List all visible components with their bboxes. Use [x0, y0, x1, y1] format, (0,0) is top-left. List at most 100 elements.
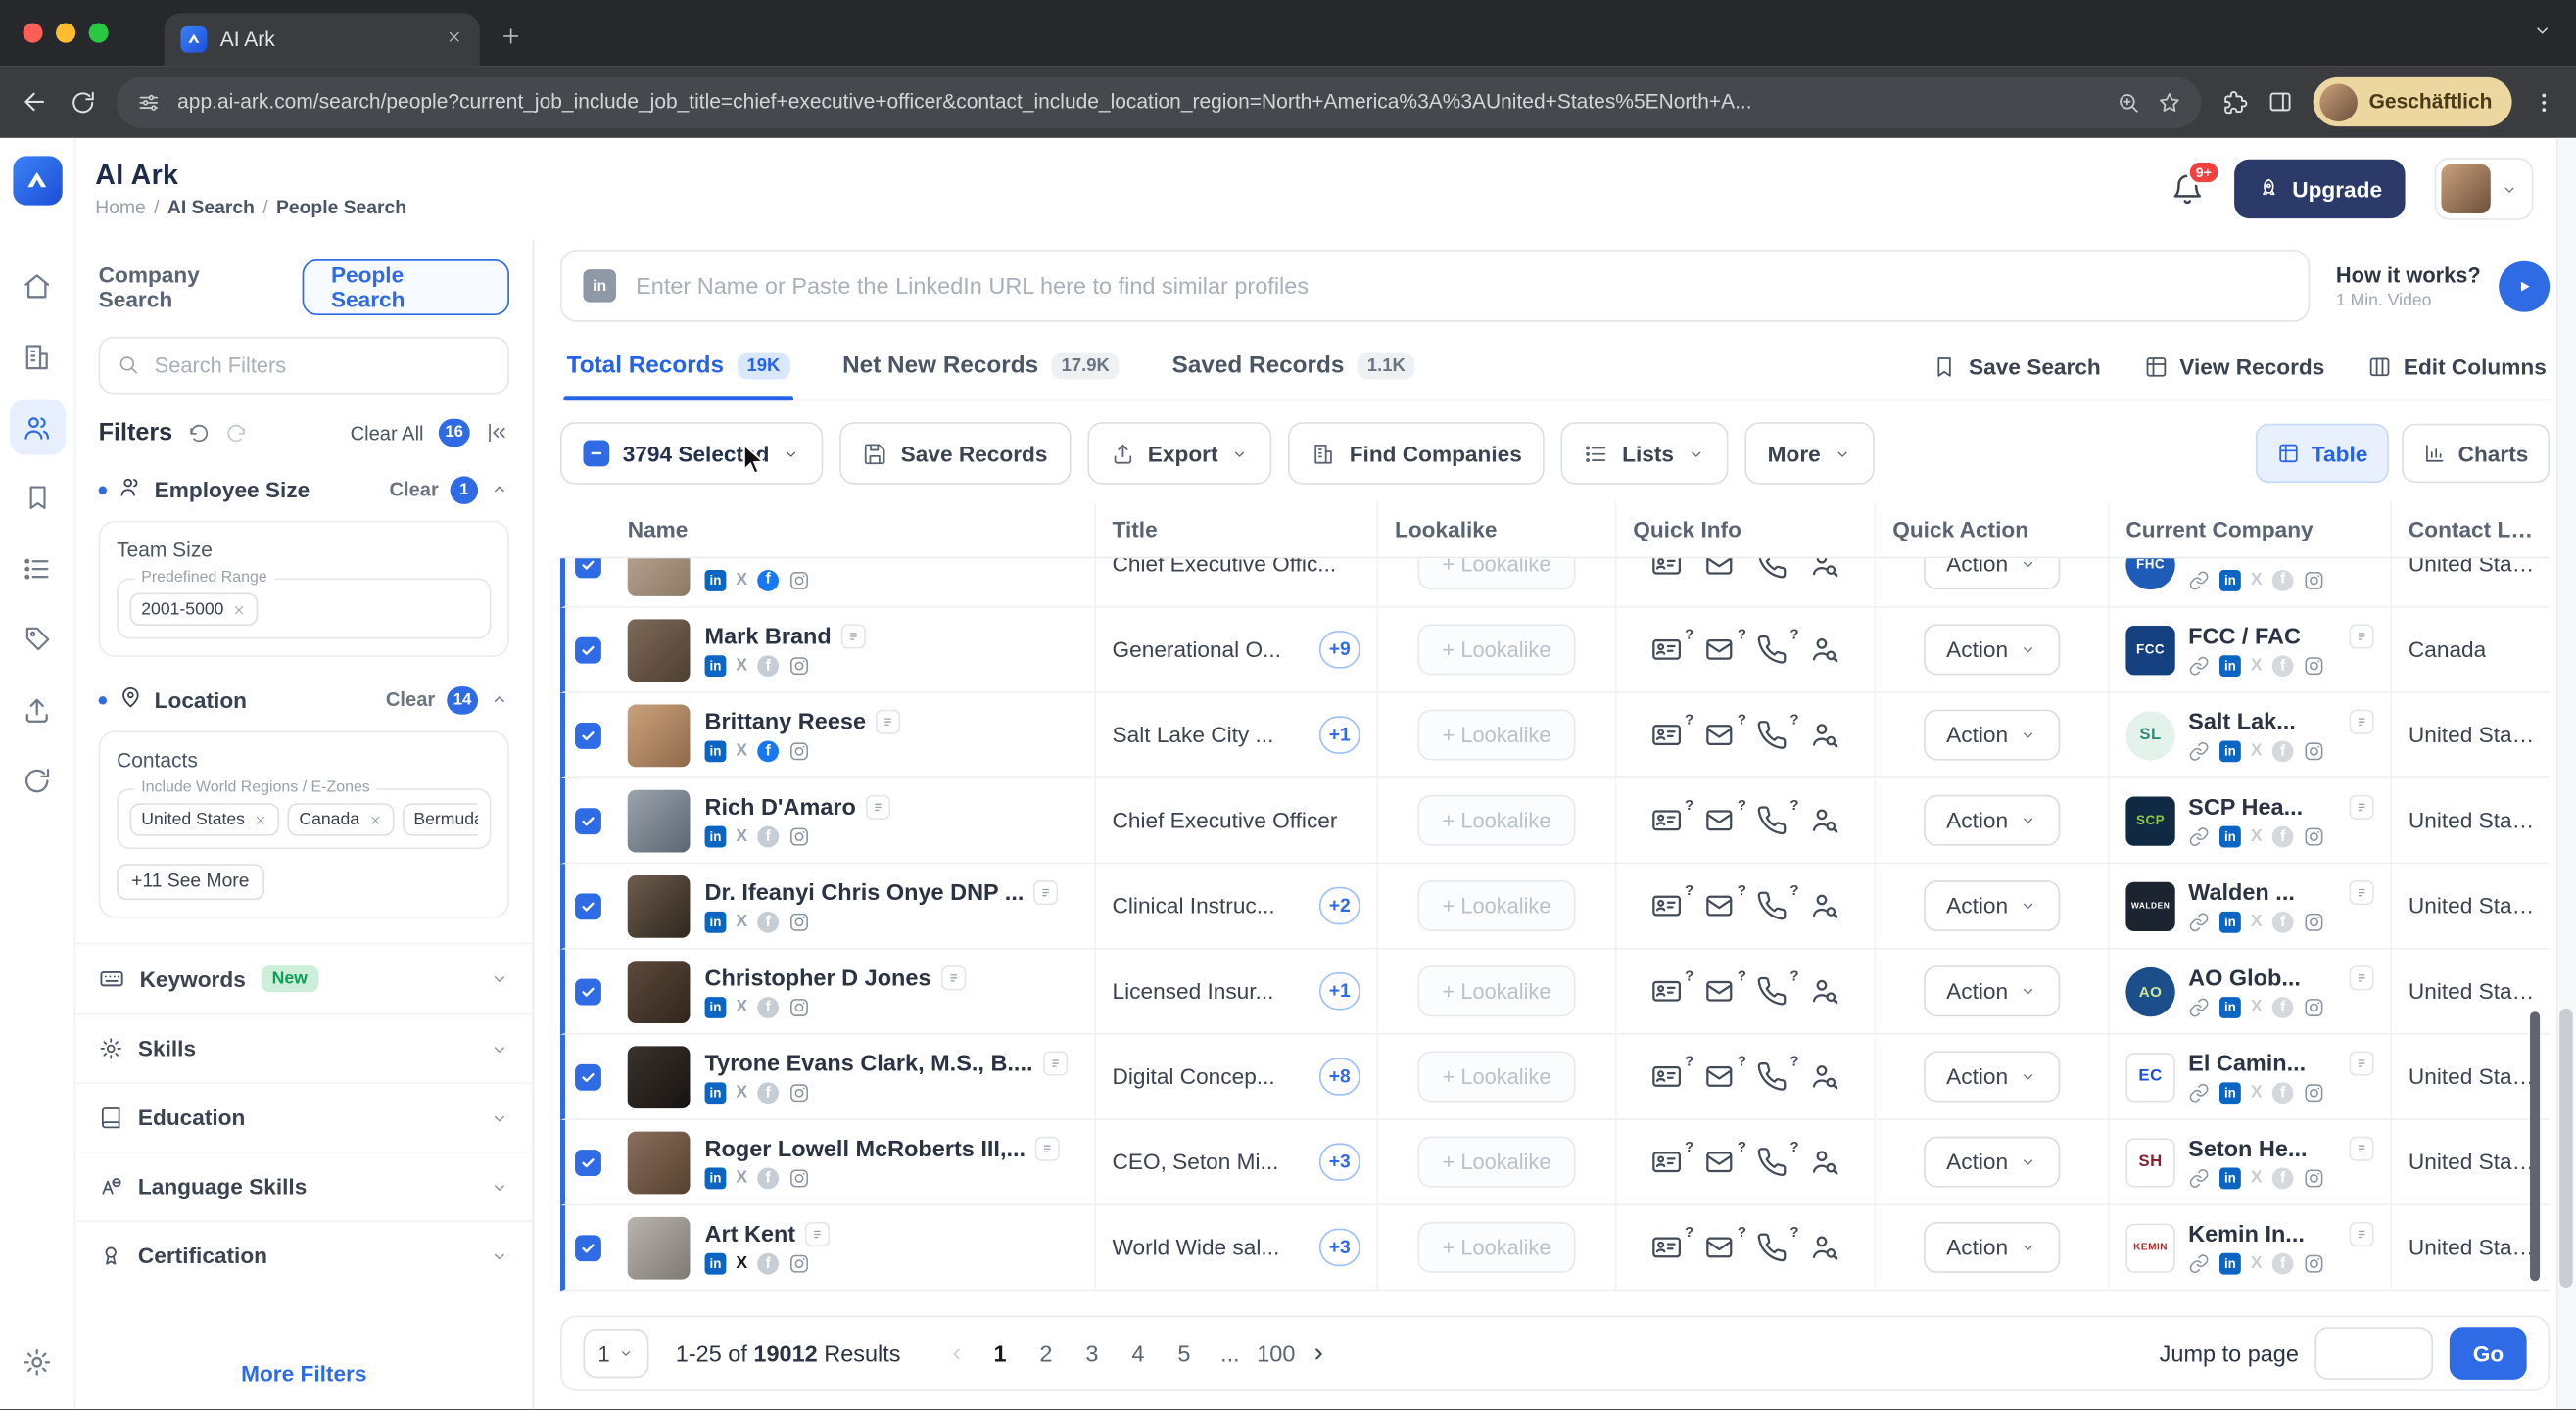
person-name[interactable]: Rich D'Amaro [705, 793, 856, 820]
x-icon[interactable]: X [736, 914, 747, 931]
work-email-icon[interactable]: ? [1651, 1061, 1683, 1093]
x-icon[interactable]: X [2251, 743, 2263, 761]
prev-page-icon[interactable] [940, 1342, 975, 1364]
note-icon[interactable] [866, 794, 890, 819]
page-number[interactable]: ... [1210, 1329, 1251, 1378]
remove-chip-icon[interactable] [367, 812, 382, 826]
address-bar[interactable]: app.ai-ark.com/search/people?current_job… [117, 76, 2201, 127]
close-window-button[interactable] [23, 23, 42, 42]
column-title[interactable]: Title [1096, 502, 1378, 556]
personal-email-icon[interactable]: ? [1703, 890, 1735, 921]
person-name[interactable]: Brittany Reese [705, 708, 866, 734]
row-checkbox[interactable] [575, 636, 601, 663]
reload-button[interactable] [69, 88, 97, 117]
company-name[interactable]: AO Glob... [2188, 964, 2339, 991]
work-email-icon[interactable]: ? [1651, 805, 1683, 836]
action-button[interactable]: Action [1924, 558, 2061, 589]
x-icon[interactable]: X [2251, 571, 2263, 588]
instagram-icon[interactable] [2304, 912, 2325, 933]
tab-people-search[interactable]: People Search [303, 259, 509, 315]
row-checkbox[interactable] [575, 893, 601, 919]
lookalike-button[interactable]: + Lookalike [1417, 965, 1575, 1016]
x-icon[interactable]: X [736, 1255, 747, 1273]
tab-total-records[interactable]: Total Records 19K [563, 344, 792, 400]
save-records-button[interactable]: Save Records [840, 422, 1071, 485]
x-icon[interactable]: X [736, 828, 747, 846]
facebook-icon[interactable]: f [757, 1253, 779, 1275]
lookalike-button[interactable]: + Lookalike [1417, 624, 1575, 675]
linkedin-icon[interactable]: in [2219, 740, 2241, 762]
linkedin-icon[interactable]: in [2219, 1253, 2241, 1275]
notifications-bell-icon[interactable]: 9+ [2171, 171, 2205, 206]
personal-email-icon[interactable]: ? [1703, 634, 1735, 665]
note-icon[interactable] [841, 624, 866, 648]
table-scrollbar-thumb[interactable] [2530, 1011, 2540, 1281]
row-checkbox[interactable] [575, 1149, 601, 1175]
back-button[interactable] [20, 87, 49, 117]
browser-profile-chip[interactable]: Geschäftlich [2314, 77, 2512, 126]
action-button[interactable]: Action [1924, 965, 2061, 1016]
work-email-icon[interactable]: ? [1651, 890, 1683, 921]
linkedin-search-input[interactable] [633, 271, 2287, 301]
website-link-icon[interactable] [2188, 1082, 2210, 1104]
new-tab-button[interactable] [500, 24, 522, 56]
note-icon[interactable] [2350, 964, 2374, 989]
clear-all-button[interactable]: Clear All [351, 421, 424, 444]
person-name[interactable]: Art Kent [705, 1220, 796, 1246]
row-checkbox[interactable] [575, 978, 601, 1005]
note-icon[interactable] [805, 1221, 830, 1246]
person-lookup-icon[interactable] [1809, 975, 1840, 1007]
personal-email-icon[interactable]: ? [1703, 558, 1735, 580]
instagram-icon[interactable] [788, 1082, 810, 1104]
instagram-icon[interactable] [788, 655, 810, 677]
extensions-icon[interactable] [2221, 89, 2248, 116]
play-video-button[interactable] [2499, 260, 2550, 311]
next-page-icon[interactable] [1302, 1342, 1336, 1364]
personal-email-icon[interactable]: ? [1703, 1232, 1735, 1263]
table-view-button[interactable]: Table [2256, 424, 2389, 483]
facebook-icon[interactable]: f [757, 740, 779, 762]
page-number[interactable]: 100 [1256, 1329, 1297, 1378]
filter-section-employee-size[interactable]: Employee Size Clear 1 [75, 446, 532, 504]
phone-icon[interactable]: ? [1756, 890, 1788, 921]
row-checkbox[interactable] [575, 722, 601, 748]
row-checkbox[interactable] [575, 1234, 601, 1260]
x-icon[interactable]: X [2251, 657, 2263, 675]
employee-clear-button[interactable]: Clear [389, 478, 438, 500]
page-number[interactable]: 2 [1026, 1329, 1067, 1378]
facebook-icon[interactable]: f [2272, 912, 2294, 933]
view-records-button[interactable]: View Records [2143, 354, 2324, 379]
linkedin-icon[interactable]: in [705, 655, 727, 677]
person-lookup-icon[interactable] [1809, 890, 1840, 921]
note-icon[interactable] [2350, 794, 2374, 819]
note-icon[interactable] [941, 964, 966, 989]
personal-email-icon[interactable]: ? [1703, 805, 1735, 836]
browser-menu-icon[interactable] [2532, 89, 2556, 114]
x-icon[interactable]: X [2251, 1255, 2263, 1273]
linkedin-icon[interactable]: in [705, 826, 727, 848]
rail-upload-icon[interactable] [9, 682, 65, 737]
filter-section-skills[interactable]: Skills [75, 1013, 532, 1061]
note-icon[interactable] [2350, 624, 2374, 648]
note-icon[interactable] [1033, 879, 1058, 904]
phone-icon[interactable]: ? [1756, 720, 1788, 751]
work-email-icon[interactable]: ? [1651, 720, 1683, 751]
x-icon[interactable]: X [736, 999, 747, 1016]
x-icon[interactable]: X [736, 571, 747, 588]
filter-chip-region[interactable]: United States [130, 803, 280, 836]
facebook-icon[interactable]: f [2272, 569, 2294, 590]
column-contact-location[interactable]: Contact Location [2392, 502, 2550, 556]
instagram-icon[interactable] [2304, 655, 2325, 677]
facebook-icon[interactable]: f [757, 1082, 779, 1104]
phone-icon[interactable]: ? [1756, 1147, 1788, 1178]
charts-view-button[interactable]: Charts [2403, 424, 2551, 483]
person-name[interactable]: Roger Lowell McRoberts III,... [705, 1135, 1026, 1161]
minimize-window-button[interactable] [56, 23, 75, 42]
page-number[interactable]: 4 [1118, 1329, 1159, 1378]
linkedin-icon[interactable]: in [705, 1082, 727, 1104]
linkedin-icon[interactable]: in [705, 997, 727, 1018]
lookalike-button[interactable]: + Lookalike [1417, 558, 1575, 589]
more-filters-button[interactable]: More Filters [75, 1339, 532, 1409]
person-name[interactable]: Dr. Ifeanyi Chris Onye DNP ... [705, 878, 1025, 905]
x-icon[interactable]: X [2251, 828, 2263, 846]
